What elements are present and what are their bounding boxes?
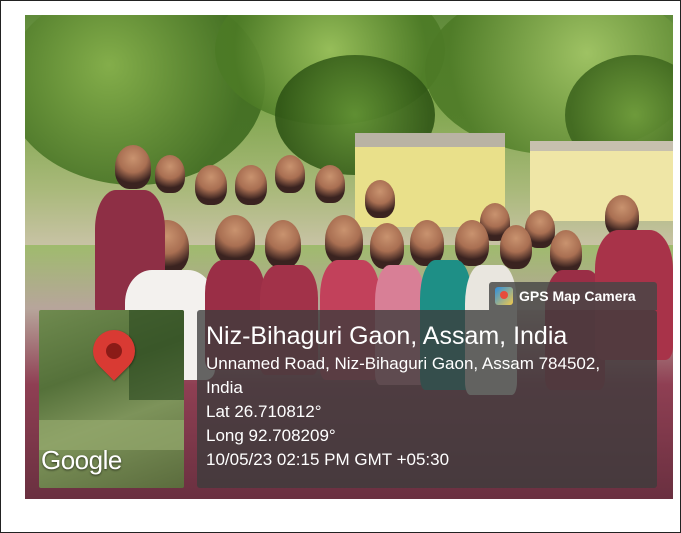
address-line-2: India: [206, 378, 243, 397]
location-title: Niz-Bihaguri Gaon, Assam, India: [206, 322, 568, 350]
yellow-building: [530, 141, 673, 221]
person: [235, 165, 267, 205]
image-frame: Google GPS Map Camera Niz-Bihaguri Gaon,…: [0, 0, 681, 533]
person: [455, 220, 489, 266]
map-field: [129, 310, 184, 400]
person: [370, 223, 404, 269]
person: [115, 145, 151, 189]
location-info-panel: Niz-Bihaguri Gaon, Assam, India Unnamed …: [197, 310, 657, 488]
person: [315, 165, 345, 203]
person: [195, 165, 227, 205]
gps-map-camera-badge: GPS Map Camera: [489, 282, 657, 310]
longitude-text: Long 92.708209°: [206, 426, 336, 445]
person: [275, 155, 305, 193]
person: [365, 180, 395, 218]
datetime-text: 10/05/23 02:15 PM GMT +05:30: [206, 450, 450, 469]
person: [500, 225, 532, 269]
person: [215, 215, 255, 265]
person: [325, 215, 363, 265]
person: [265, 220, 301, 268]
person: [155, 155, 185, 193]
map-thumbnail: Google: [39, 310, 184, 488]
badge-label: GPS Map Camera: [519, 288, 636, 304]
address-line-1: Unnamed Road, Niz-Bihaguri Gaon, Assam 7…: [206, 354, 601, 373]
person: [550, 230, 582, 274]
google-map-label: Google: [41, 445, 122, 475]
latitude-text: Lat 26.710812°: [206, 402, 322, 421]
gps-map-camera-icon: [495, 287, 513, 305]
